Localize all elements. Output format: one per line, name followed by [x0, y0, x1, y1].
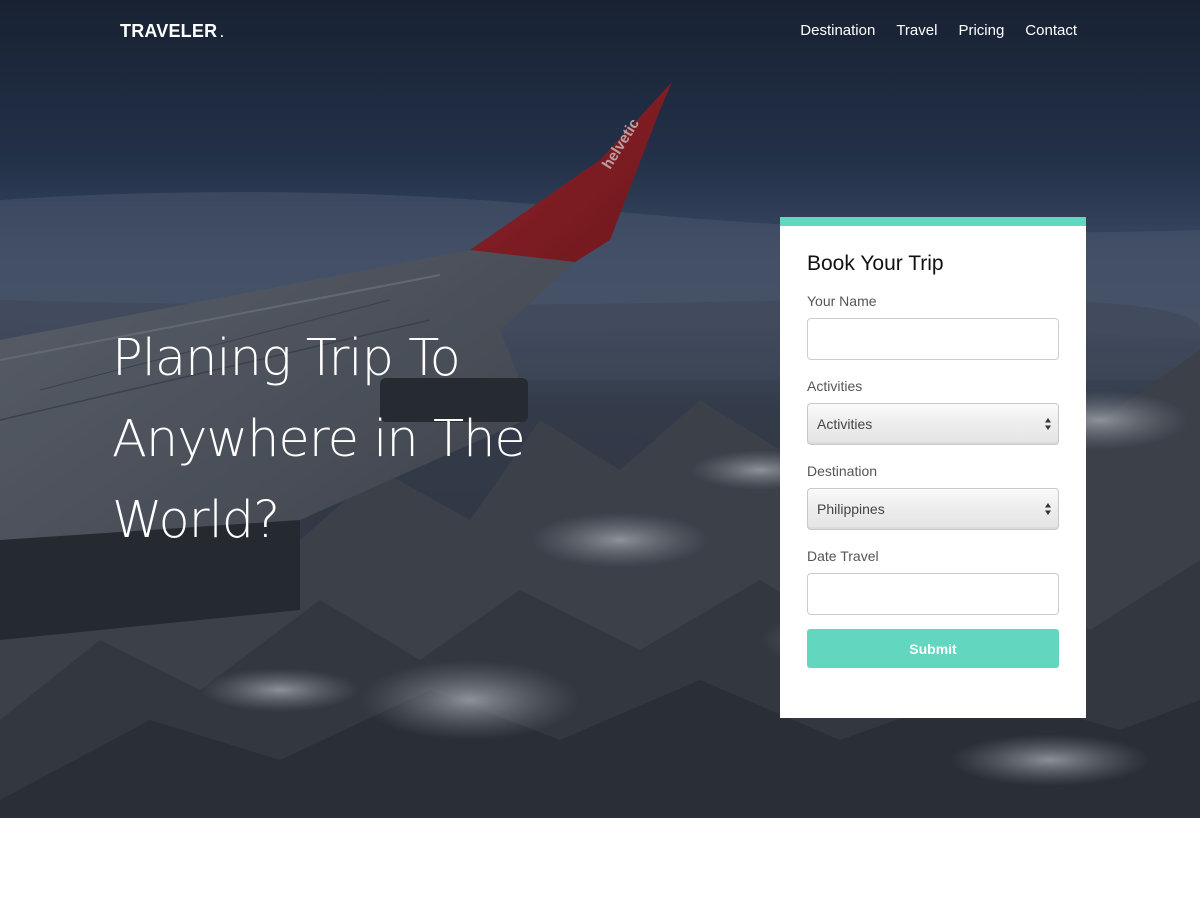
booking-form-card: Book Your Trip Your Name Activities Acti… [780, 217, 1086, 718]
date-travel-input[interactable] [807, 573, 1059, 615]
submit-button[interactable]: Submit [807, 629, 1059, 668]
hero-section: helvetic TRAVELER. Destination Travel Pr… [0, 0, 1200, 818]
your-name-label: Your Name [807, 293, 877, 309]
headline-line-3: World? [112, 491, 280, 550]
updown-arrows-icon [1045, 418, 1051, 430]
your-name-input[interactable] [807, 318, 1059, 360]
headline-line-2: Anywhere in The [112, 410, 526, 469]
booking-form-title: Book Your Trip [807, 252, 944, 275]
below-fold-section [0, 818, 1200, 898]
nav-link-travel[interactable]: Travel [896, 22, 937, 39]
nav-link-pricing[interactable]: Pricing [958, 22, 1004, 39]
top-navigation: TRAVELER. Destination Travel Pricing Con… [0, 0, 1200, 64]
hero-headline: Planing Trip To Anywhere in The World? [112, 318, 552, 561]
nav-menu: Destination Travel Pricing Contact [800, 22, 1077, 39]
brand-logo[interactable]: TRAVELER. [120, 21, 224, 42]
activities-select[interactable]: Activities [807, 403, 1059, 445]
brand-name: TRAVELER [120, 21, 218, 41]
headline-line-1: Planing Trip To [112, 329, 461, 388]
nav-link-destination[interactable]: Destination [800, 22, 875, 39]
date-travel-label: Date Travel [807, 548, 879, 564]
destination-selected-value: Philippines [817, 501, 885, 517]
activities-selected-value: Activities [817, 416, 873, 432]
activities-label: Activities [807, 378, 863, 394]
nav-link-contact[interactable]: Contact [1025, 22, 1077, 39]
destination-label: Destination [807, 463, 878, 479]
brand-dot: . [220, 26, 224, 40]
destination-select[interactable]: Philippines [807, 488, 1059, 530]
updown-arrows-icon [1045, 503, 1051, 515]
